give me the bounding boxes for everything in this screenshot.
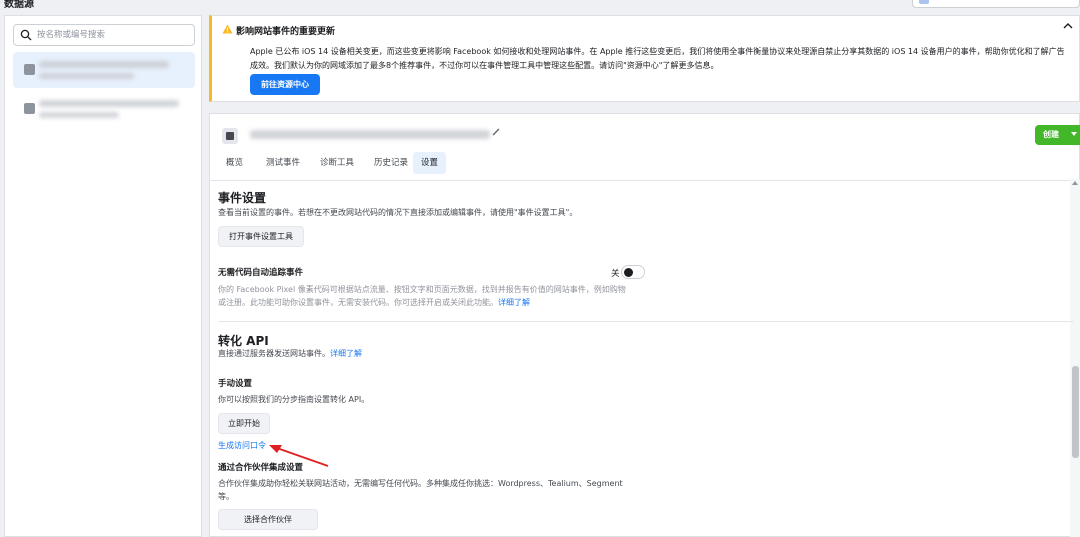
tab-test-events[interactable]: 测试事件 (258, 152, 308, 174)
section-divider (218, 321, 1074, 322)
conversion-api-desc: 直接通过服务器发送网站事件。详细了解 (218, 347, 362, 360)
pixel-icon (24, 103, 35, 114)
search-box[interactable] (13, 24, 195, 46)
get-started-button[interactable]: 立即开始 (218, 413, 270, 434)
tab-settings[interactable]: 设置 (413, 152, 447, 174)
banner-title: 影响网站事件的重要更新 (236, 27, 336, 37)
auto-tracking-learn-more-link[interactable]: 详细了解 (498, 298, 530, 307)
redacted-name (39, 61, 169, 68)
choose-partner-button[interactable]: 选择合作伙伴 (218, 509, 318, 530)
content-scrollbar[interactable] (1070, 179, 1080, 537)
redacted-id (39, 112, 119, 118)
banner-body-line2: 成效。我们默认为你的网域添加了最多8个推荐事件，不过你可以在事件管理工具中管理这… (250, 61, 719, 70)
app-title: 数据源 (4, 0, 34, 10)
auto-tracking-desc-line1: 你的 Facebook Pixel 像素代码可根据站点流量、按钮文字和页面元数据… (218, 285, 626, 294)
conversion-api-learn-more-link[interactable]: 详细了解 (330, 349, 362, 358)
partner-setup-desc-line2: 等。 (218, 492, 234, 501)
partner-setup-desc-line1: 合作伙伴集成助你轻松关联网站活动，无需编写任何代码。多种集成任你挑选：Wordp… (218, 479, 623, 488)
resource-center-button[interactable]: 前往资源中心 (250, 74, 320, 95)
redacted-name (39, 100, 179, 107)
pixel-icon (222, 128, 238, 144)
account-icon (919, 0, 929, 4)
manual-setup-desc: 你可以按照我们的分步指南设置转化 API。 (218, 395, 370, 404)
caret-down-icon (1071, 132, 1077, 136)
ios14-update-banner: 影响网站事件的重要更新 Apple 已公布 iOS 14 设备相关变更，而这些变… (209, 15, 1080, 102)
create-button-label: 创建 (1043, 130, 1059, 139)
pixel-list-item[interactable] (13, 91, 195, 127)
pixel-icon (24, 64, 35, 75)
tab-diagnostics[interactable]: 诊断工具 (312, 152, 362, 174)
auto-tracking-toggle-label: 关 (611, 269, 620, 279)
conversion-api-desc-text: 直接通过服务器发送网站事件。 (218, 349, 330, 358)
banner-body: Apple 已公布 iOS 14 设备相关变更，而这些变更将影响 Faceboo… (250, 45, 1080, 73)
tab-history[interactable]: 历史记录 (366, 152, 416, 174)
tab-overview[interactable]: 概览 (218, 152, 251, 174)
auto-tracking-desc: 你的 Facebook Pixel 像素代码可根据站点流量、按钮文字和页面元数据… (218, 283, 648, 309)
search-icon (20, 29, 32, 41)
search-input[interactable] (37, 27, 187, 43)
sidebar (4, 15, 202, 537)
account-selector[interactable] (912, 0, 1080, 8)
pixel-list-item-selected[interactable] (13, 52, 195, 88)
annotation-arrow-icon (269, 445, 329, 467)
redacted-pixel-name (250, 130, 490, 139)
partner-setup-desc: 合作伙伴集成助你轻松关联网站活动，无需编写任何代码。多种集成任你挑选：Wordp… (218, 477, 648, 503)
auto-tracking-desc-line2-text: 或注册。此功能可助你设置事件，无需安装代码。你可选择开启或关闭此功能。 (218, 298, 498, 307)
pencil-icon[interactable] (492, 128, 500, 136)
toggle-knob (624, 267, 633, 277)
redacted-id (39, 73, 134, 79)
top-bar: 数据源 (0, 0, 1080, 14)
auto-tracking-toggle[interactable] (621, 265, 645, 279)
auto-tracking-desc-line2: 或注册。此功能可助你设置事件，无需安装代码。你可选择开启或关闭此功能。详细了解 (218, 296, 648, 309)
generate-access-token-link[interactable]: 生成访问口令 (218, 439, 266, 452)
auto-tracking-title: 无需代码自动追踪事件 (218, 268, 304, 278)
scrollbar-thumb[interactable] (1072, 366, 1079, 458)
chevron-up-icon[interactable] (1063, 22, 1073, 30)
banner-body-line1: Apple 已公布 iOS 14 设备相关变更，而这些变更将影响 Faceboo… (250, 47, 1065, 56)
create-button[interactable]: 创建 (1035, 125, 1080, 145)
warning-icon (222, 24, 233, 34)
event-setup-desc: 查看当前设置的事件。若想在不更改网站代码的情况下直接添加或编辑事件，请使用"事件… (218, 208, 578, 217)
tab-divider (210, 180, 1079, 181)
open-event-setup-tool-button[interactable]: 打开事件设置工具 (218, 226, 304, 247)
pixel-detail-panel: 创建 概览 测试事件 诊断工具 历史记录 设置 (209, 113, 1080, 537)
manual-setup-title: 手动设置 (218, 379, 253, 389)
event-setup-title: 事件设置 (218, 191, 267, 205)
scroll-up-icon[interactable] (1072, 181, 1078, 185)
